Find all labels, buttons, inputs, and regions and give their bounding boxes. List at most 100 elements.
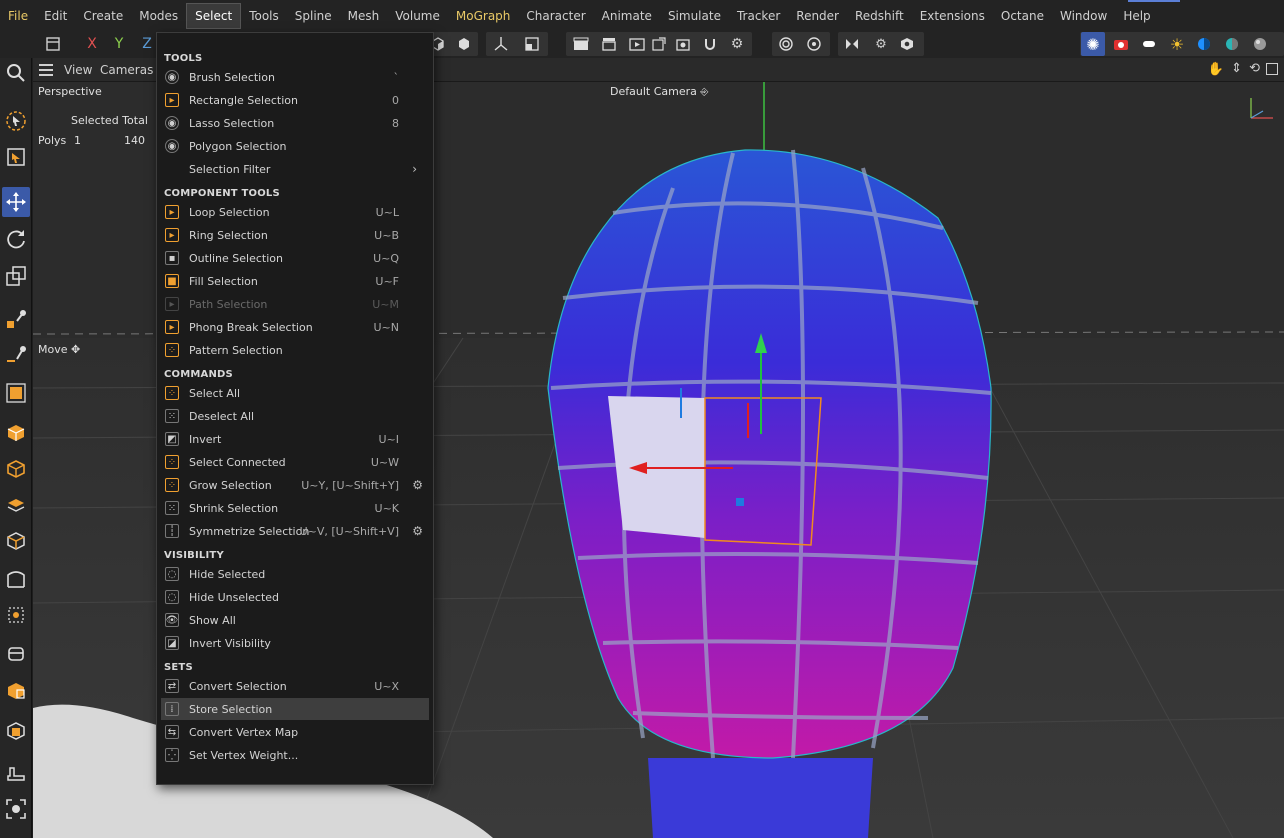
paint-mode-icon[interactable] [2,676,30,706]
workplane-tool-icon[interactable] [2,564,30,594]
menu-item-loop-selection[interactable]: ▸ Loop Selection U~L [161,201,429,223]
live-selection-icon[interactable] [2,106,30,136]
object-mode-cube-icon[interactable] [2,454,30,484]
octane-material-specular-icon[interactable] [1220,32,1244,56]
menu-item-set-vertex-weight[interactable]: ⁛ Set Vertex Weight... [161,744,429,766]
move-tool-icon[interactable] [2,187,30,217]
menu-item-path-selection[interactable]: ▸ Path Selection U~M [161,293,429,315]
viewport-menu-view[interactable]: View [64,63,92,77]
axis-x-button[interactable]: X [80,32,104,56]
uv-mode-icon[interactable] [2,716,30,746]
menu-item-deselect-all[interactable]: ⁙ Deselect All [161,405,429,427]
maximize-view-icon[interactable] [1266,63,1278,75]
menu-item-polygon-selection[interactable]: ◉ Polygon Selection [161,135,429,157]
menu-modes[interactable]: Modes [131,0,186,32]
menu-item-select-all[interactable]: ⁘ Select All [161,382,429,404]
menu-item-invert-visibility[interactable]: ◪ Invert Visibility [161,632,429,654]
workplane-icon[interactable] [520,32,544,56]
menu-item-phong-break-selection[interactable]: ▸ Phong Break Selection U~N [161,316,429,338]
options-gear-icon[interactable]: ⚙ [412,478,423,492]
axis-gizmo-icon[interactable] [489,32,513,56]
snap-tool-icon[interactable] [2,600,30,630]
menu-item-convert-selection[interactable]: ⇄ Convert Selection U~X [161,675,429,697]
menu-window[interactable]: Window [1052,0,1115,32]
sculpt-mode-icon[interactable] [2,758,30,788]
box-selection-icon[interactable] [2,142,30,172]
menu-volume[interactable]: Volume [387,0,448,32]
search-icon[interactable] [2,58,30,88]
menu-edit[interactable]: Edit [36,0,75,32]
camera-label[interactable]: Default Camera ⎆ [610,85,708,98]
menu-item-pattern-selection[interactable]: ⁘ Pattern Selection [161,339,429,361]
menu-mesh[interactable]: Mesh [340,0,388,32]
pan-hand-icon[interactable]: ✋ [1208,62,1224,77]
menu-item-hide-selected[interactable]: ◌ Hide Selected [161,563,429,585]
menu-create[interactable]: Create [75,0,131,32]
render-view-icon[interactable] [625,32,649,56]
symmetry-icon[interactable] [840,32,864,56]
render-external-icon[interactable] [647,32,671,56]
menu-spline[interactable]: Spline [287,0,340,32]
scale-tool-icon[interactable] [2,261,30,291]
menu-item-selection-filter[interactable]: Selection Filter › [161,158,429,180]
render-region-icon[interactable] [597,32,621,56]
menu-item-grow-selection[interactable]: ⁘ Grow Selection U~Y, [U~Shift+Y] ⚙ [161,474,429,496]
axis-mode-icon[interactable] [2,526,30,556]
menu-item-rectangle-selection[interactable]: ▸ Rectangle Selection 0 [161,89,429,111]
menu-item-select-connected[interactable]: ⁘ Select Connected U~W [161,451,429,473]
menu-help[interactable]: Help [1115,0,1158,32]
viewport-menu-icon[interactable] [39,64,53,76]
octane-material-diffuse-icon[interactable] [1248,32,1272,56]
octane-area-light-icon[interactable] [1137,32,1161,56]
menu-file[interactable]: File [0,0,36,32]
viewport-solo-icon[interactable] [895,32,919,56]
octane-live-viewer-icon[interactable]: ✺ [1081,32,1105,56]
menu-select[interactable]: Select [186,3,242,29]
menu-redshift[interactable]: Redshift [847,0,912,32]
model-mode-icon[interactable] [2,418,30,448]
menu-item-ring-selection[interactable]: ▸ Ring Selection U~B [161,224,429,246]
axis-y-button[interactable]: Y [107,32,131,56]
render-queue-icon[interactable] [671,32,695,56]
orbit-icon[interactable]: ⟲ [1249,61,1260,76]
menu-item-brush-selection[interactable]: ◉ Brush Selection ` [161,66,429,88]
menu-mograph[interactable]: MoGraph [448,0,519,32]
menu-item-invert[interactable]: ◩ Invert U~I [161,428,429,450]
menu-item-fill-selection[interactable]: ■ Fill Selection U~F [161,270,429,292]
menu-item-hide-unselected[interactable]: ◌ Hide Unselected [161,586,429,608]
zoom-arrows-icon[interactable]: ⇕ [1231,61,1242,76]
menu-simulate[interactable]: Simulate [660,0,729,32]
texture-mode-icon[interactable] [2,490,30,520]
points-mode-icon[interactable] [2,305,30,335]
edges-mode-icon[interactable] [2,341,30,371]
menu-item-show-all[interactable]: 👁 Show All [161,609,429,631]
select-frame-icon[interactable] [2,794,30,824]
menu-octane[interactable]: Octane [993,0,1052,32]
menu-item-lasso-selection[interactable]: ◉ Lasso Selection 8 [161,112,429,134]
octane-material-glossy-icon[interactable] [1192,32,1216,56]
object-mode-icon[interactable] [41,32,65,56]
menu-tracker[interactable]: Tracker [729,0,788,32]
polygons-mode-icon[interactable] [2,378,30,408]
snap-settings-icon[interactable] [802,32,826,56]
menu-render[interactable]: Render [788,0,847,32]
octane-sun-icon[interactable]: ☀ [1165,32,1189,56]
menu-item-symmetrize-selection[interactable]: ┆ Symmetrize Selection U~V, [U~Shift+V] ⚙ [161,520,429,542]
viewport-menu-cameras[interactable]: Cameras [100,63,153,77]
menu-item-store-selection[interactable]: ⁞ Store Selection [161,698,429,720]
octane-camera-icon[interactable] [1109,32,1133,56]
magnet-icon[interactable] [698,32,722,56]
options-gear-icon[interactable]: ⚙ [412,524,423,538]
cube-fill-icon[interactable] [452,32,476,56]
menu-item-convert-vertex-map[interactable]: ⇆ Convert Vertex Map [161,721,429,743]
tweak-mode-icon[interactable] [2,638,30,668]
menu-character[interactable]: Character [518,0,593,32]
rotate-tool-icon[interactable] [2,224,30,254]
snap-circle-icon[interactable] [774,32,798,56]
menu-item-shrink-selection[interactable]: ⁙ Shrink Selection U~K [161,497,429,519]
menu-animate[interactable]: Animate [594,0,660,32]
menu-item-outline-selection[interactable]: ▪ Outline Selection U~Q [161,247,429,269]
menu-extensions[interactable]: Extensions [912,0,993,32]
render-settings-icon[interactable]: ⚙ [725,32,749,56]
render-clapper-icon[interactable] [569,32,593,56]
